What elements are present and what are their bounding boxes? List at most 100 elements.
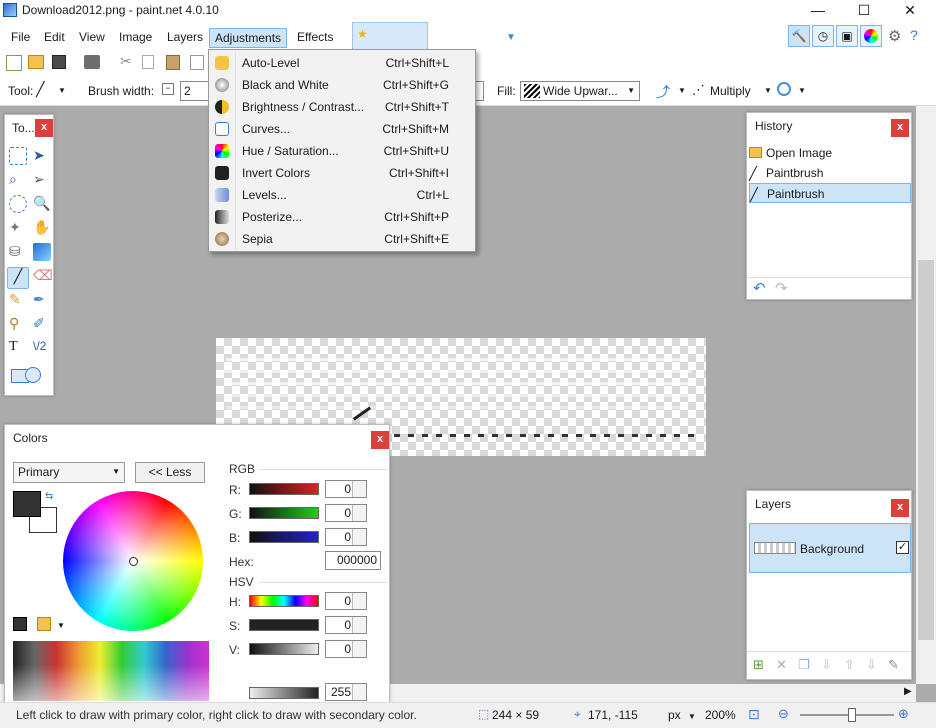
palette-add-icon[interactable]: [13, 617, 27, 631]
layer-properties-icon[interactable]: ✎: [888, 657, 899, 673]
crop-icon[interactable]: [190, 55, 204, 70]
add-layer-icon[interactable]: ⊞: [753, 657, 764, 673]
blue-slider[interactable]: [249, 531, 319, 543]
colors-close-button[interactable]: x: [371, 431, 389, 449]
new-icon[interactable]: [6, 55, 22, 71]
menu-item-auto-level[interactable]: Auto-Level Ctrl+Shift+L: [211, 52, 473, 74]
hue-slider[interactable]: [249, 595, 319, 607]
zoom-in-icon[interactable]: ⊕: [898, 706, 909, 722]
rectangle-select-icon[interactable]: [9, 147, 27, 165]
menu-item-sepia[interactable]: Sepia Ctrl+Shift+E: [211, 228, 473, 250]
chevron-down-icon[interactable]: ▼: [58, 86, 66, 95]
saturation-input[interactable]: 0: [325, 616, 367, 634]
layer-item[interactable]: Background ✓: [749, 523, 911, 573]
alpha-mode-icon[interactable]: [777, 82, 791, 96]
pan-icon[interactable]: ✋: [33, 219, 51, 237]
history-toggle-icon[interactable]: ◷: [812, 25, 834, 47]
paintbrush-tool-icon[interactable]: ╱: [36, 81, 44, 98]
layers-close-button[interactable]: x: [891, 499, 909, 517]
zoom-out-icon[interactable]: ⊖: [778, 706, 789, 722]
paintbrush-icon[interactable]: ╱: [7, 267, 29, 289]
lasso-select-icon[interactable]: ⌕: [9, 171, 27, 189]
chevron-down-icon[interactable]: ▼: [57, 621, 65, 630]
colors-toggle-icon[interactable]: [860, 25, 882, 47]
eraser-icon[interactable]: ⌫: [33, 267, 53, 285]
magic-wand-icon[interactable]: ✦: [9, 219, 27, 237]
scroll-right-icon[interactable]: ▶: [904, 686, 912, 697]
blend-mode-select[interactable]: Multiply: [710, 84, 751, 98]
text-icon[interactable]: T: [9, 339, 27, 357]
copy-icon[interactable]: [142, 55, 154, 69]
zoom-slider[interactable]: [800, 714, 894, 716]
color-picker-icon[interactable]: ✒: [33, 291, 51, 309]
value-slider[interactable]: [249, 643, 319, 655]
recolor-icon[interactable]: ✐: [33, 315, 51, 333]
menu-item-black-and-white[interactable]: Black and White Ctrl+Shift+G: [211, 74, 473, 96]
hue-input[interactable]: 0: [325, 592, 367, 610]
menu-edit[interactable]: Edit: [39, 28, 70, 48]
shapes-icon[interactable]: [11, 365, 47, 385]
close-button[interactable]: ✕: [887, 0, 933, 22]
menu-adjustments[interactable]: Adjustments: [209, 28, 288, 48]
chevron-down-icon[interactable]: ▼: [798, 86, 806, 95]
menu-item-invert-colors[interactable]: Invert Colors Ctrl+Shift+I: [211, 162, 473, 184]
brush-width-input[interactable]: 2: [180, 81, 210, 101]
green-input[interactable]: 0: [325, 504, 367, 522]
gear-icon[interactable]: ⚙: [888, 27, 901, 45]
paint-bucket-icon[interactable]: ⛁: [9, 243, 27, 261]
menu-item-hue-saturation[interactable]: Hue / Saturation... Ctrl+Shift+U: [211, 140, 473, 162]
maximize-button[interactable]: ☐: [841, 0, 887, 22]
menu-item-posterize[interactable]: Posterize... Ctrl+Shift+P: [211, 206, 473, 228]
color-mode-select[interactable]: Primary ▼: [13, 462, 125, 483]
menu-item-curves[interactable]: Curves... Ctrl+Shift+M: [211, 118, 473, 140]
duplicate-layer-icon[interactable]: ❐: [798, 657, 810, 673]
move-layer-up-icon[interactable]: ⇧: [844, 657, 855, 673]
move-selected-icon[interactable]: ➢: [33, 171, 51, 189]
menu-image[interactable]: Image: [114, 28, 157, 48]
layers-toggle-icon[interactable]: ▣: [836, 25, 858, 47]
alpha-input[interactable]: 255: [325, 683, 367, 701]
history-item[interactable]: Open Image: [749, 143, 911, 163]
less-button[interactable]: << Less: [135, 462, 205, 483]
saturation-slider[interactable]: [249, 619, 319, 631]
palette-menu-icon[interactable]: [37, 617, 51, 631]
cut-icon[interactable]: ✂: [120, 53, 132, 70]
zoom-fit-icon[interactable]: ⊡: [748, 706, 760, 723]
fill-select[interactable]: Wide Upwar... ▼: [520, 81, 640, 101]
ellipse-select-icon[interactable]: [9, 195, 27, 213]
antialias-icon[interactable]: ⤴: [656, 82, 670, 102]
paste-icon[interactable]: [166, 55, 180, 70]
clone-stamp-icon[interactable]: ⚲: [9, 315, 27, 333]
chevron-down-icon[interactable]: ▼: [678, 86, 686, 95]
line-curve-icon[interactable]: \/2: [33, 339, 51, 357]
menu-item-brightness-contrast[interactable]: Brightness / Contrast... Ctrl+Shift+T: [211, 96, 473, 118]
swap-colors-icon[interactable]: ⇆: [45, 491, 53, 502]
zoom-icon[interactable]: 🔍: [33, 195, 51, 213]
red-slider[interactable]: [249, 483, 319, 495]
blue-input[interactable]: 0: [325, 528, 367, 546]
units-select[interactable]: px: [668, 708, 681, 722]
history-item-selected[interactable]: ╱ Paintbrush: [749, 183, 911, 203]
menu-file[interactable]: File: [6, 28, 35, 48]
move-layer-down-icon[interactable]: ⇩: [866, 657, 877, 673]
layer-visibility-checkbox[interactable]: ✓: [896, 541, 909, 554]
color-palette[interactable]: [13, 641, 209, 701]
merge-layer-icon[interactable]: ⇩: [821, 657, 832, 673]
value-input[interactable]: 0: [325, 640, 367, 658]
color-wheel[interactable]: [63, 491, 203, 631]
menu-item-levels[interactable]: Levels... Ctrl+L: [211, 184, 473, 206]
undo-icon[interactable]: ↶: [753, 279, 766, 297]
tools-close-button[interactable]: x: [35, 119, 53, 137]
move-selection-icon[interactable]: ➤: [33, 147, 51, 165]
vertical-scroll-thumb[interactable]: [918, 260, 934, 640]
minimize-button[interactable]: —: [795, 0, 841, 22]
history-close-button[interactable]: x: [891, 119, 909, 137]
zoom-level[interactable]: 200%: [705, 708, 736, 722]
hex-input[interactable]: 000000: [325, 551, 381, 570]
print-icon[interactable]: [84, 55, 100, 69]
tab-dropdown-icon[interactable]: ▼: [506, 32, 516, 43]
delete-layer-icon[interactable]: ✕: [776, 657, 787, 673]
help-icon[interactable]: ?: [910, 27, 918, 43]
zoom-slider-thumb[interactable]: [848, 708, 856, 722]
menu-effects[interactable]: Effects: [292, 28, 338, 48]
